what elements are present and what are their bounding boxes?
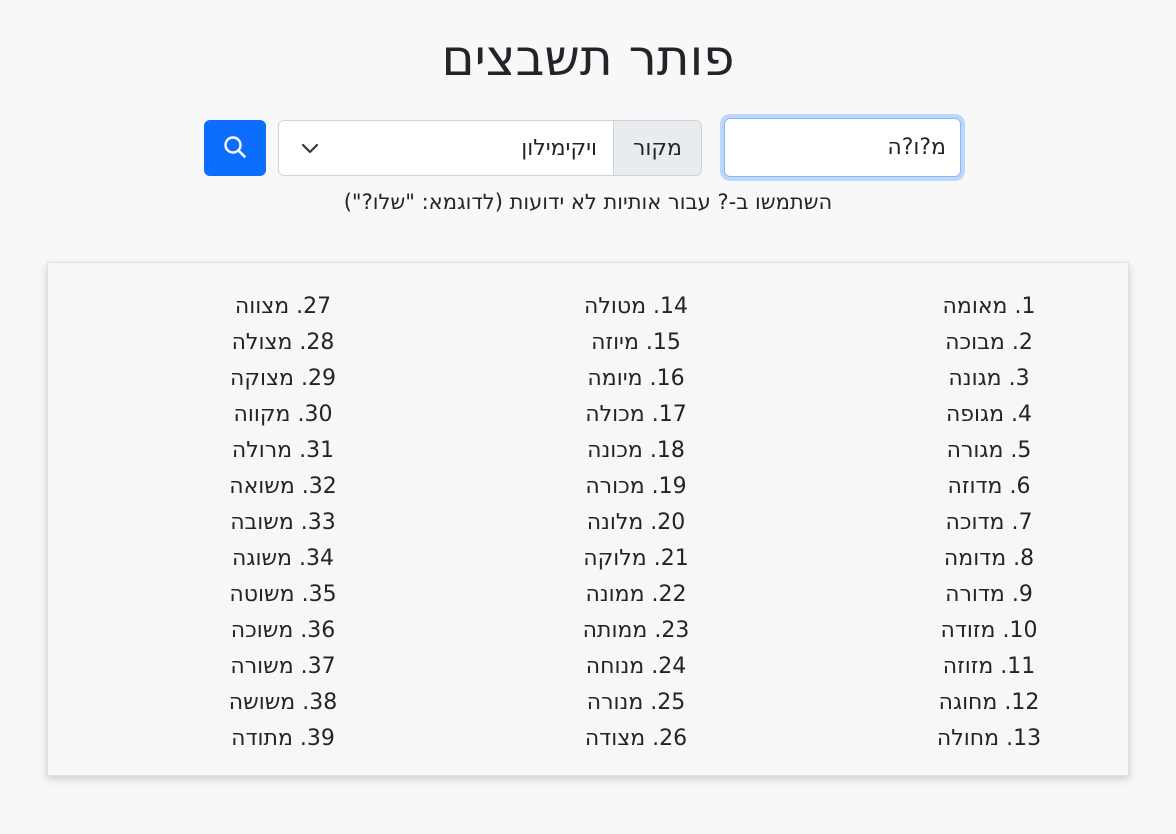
result-item: 13. מחולה	[936, 726, 1042, 751]
result-item: 1. מאומה	[942, 294, 1036, 319]
result-item: 19. מכורה	[585, 474, 687, 499]
results-column-1: 1. מאומה 2. מבוכה 3. מגונה 4. מגופה 5. מ…	[839, 289, 1139, 757]
result-item: 22. ממונה	[585, 582, 687, 607]
result-item: 37. משורה	[230, 654, 336, 679]
result-item: 34. משוגה	[232, 546, 334, 571]
result-item: 3. מגונה	[948, 366, 1030, 391]
result-item: 35. משוטה	[229, 582, 337, 607]
search-icon	[222, 134, 248, 163]
page-title: פותר תשבצים	[441, 29, 735, 87]
result-item: 20. מלונה	[586, 510, 686, 535]
result-item: 24. מנוחה	[585, 654, 687, 679]
result-item: 28. מצולה	[231, 330, 335, 355]
result-item: 4. מגופה	[945, 402, 1033, 427]
result-item: 17. מכולה	[585, 402, 687, 427]
chevron-down-icon	[299, 137, 321, 159]
source-select[interactable]: ויקימילון	[279, 121, 613, 175]
result-item: 9. מדורה	[945, 582, 1033, 607]
result-item: 14. מטולה	[583, 294, 689, 319]
source-input-group: מקור ויקימילון	[278, 120, 702, 176]
result-item: 10. מזודה	[940, 618, 1038, 643]
source-selected-value: ויקימילון	[521, 135, 597, 161]
search-hint: השתמשו ב-? עבור אותיות לא ידועות (לדוגמא…	[343, 190, 833, 214]
result-item: 23. ממותה	[582, 618, 690, 643]
search-button[interactable]	[204, 120, 266, 176]
result-item: 33. משובה	[230, 510, 336, 535]
results-column-3: 27. מצווה 28. מצולה 29. מצוקה 30. מקווה …	[133, 289, 433, 757]
result-item: 31. מרולה	[231, 438, 335, 463]
result-item: 27. מצווה	[234, 294, 332, 319]
result-item: 8. מדומה	[943, 546, 1035, 571]
results-column-2: 14. מטולה 15. מיוזה 16. מיומה 17. מכולה …	[486, 289, 786, 757]
source-label: מקור	[613, 121, 701, 175]
result-item: 25. מנורה	[586, 690, 686, 715]
result-item: 39. מתודה	[231, 726, 335, 751]
result-item: 2. מבוכה	[945, 330, 1033, 355]
result-item: 5. מגורה	[946, 438, 1032, 463]
result-item: 30. מקווה	[233, 402, 333, 427]
result-item: 6. מדוזה	[947, 474, 1031, 499]
result-item: 26. מצודה	[584, 726, 688, 751]
result-item: 12. מחוגה	[938, 690, 1040, 715]
result-item: 36. משוכה	[230, 618, 336, 643]
result-item: 18. מכונה	[587, 438, 685, 463]
result-item: 7. מדוכה	[945, 510, 1033, 535]
result-item: 21. מלוקה	[583, 546, 689, 571]
result-item: 29. מצוקה	[230, 366, 336, 391]
results-card: 1. מאומה 2. מבוכה 3. מגונה 4. מגופה 5. מ…	[47, 262, 1129, 776]
result-item: 11. מזוזה	[942, 654, 1036, 679]
result-item: 15. מיוזה	[591, 330, 681, 355]
result-item: 38. משושה	[228, 690, 338, 715]
pattern-search-input[interactable]	[724, 118, 961, 177]
result-item: 16. מיומה	[587, 366, 685, 391]
page: פותר תשבצים מקור ויקימילון השתמשו ב-? עב…	[0, 0, 1176, 834]
result-item: 32. משואה	[229, 474, 337, 499]
